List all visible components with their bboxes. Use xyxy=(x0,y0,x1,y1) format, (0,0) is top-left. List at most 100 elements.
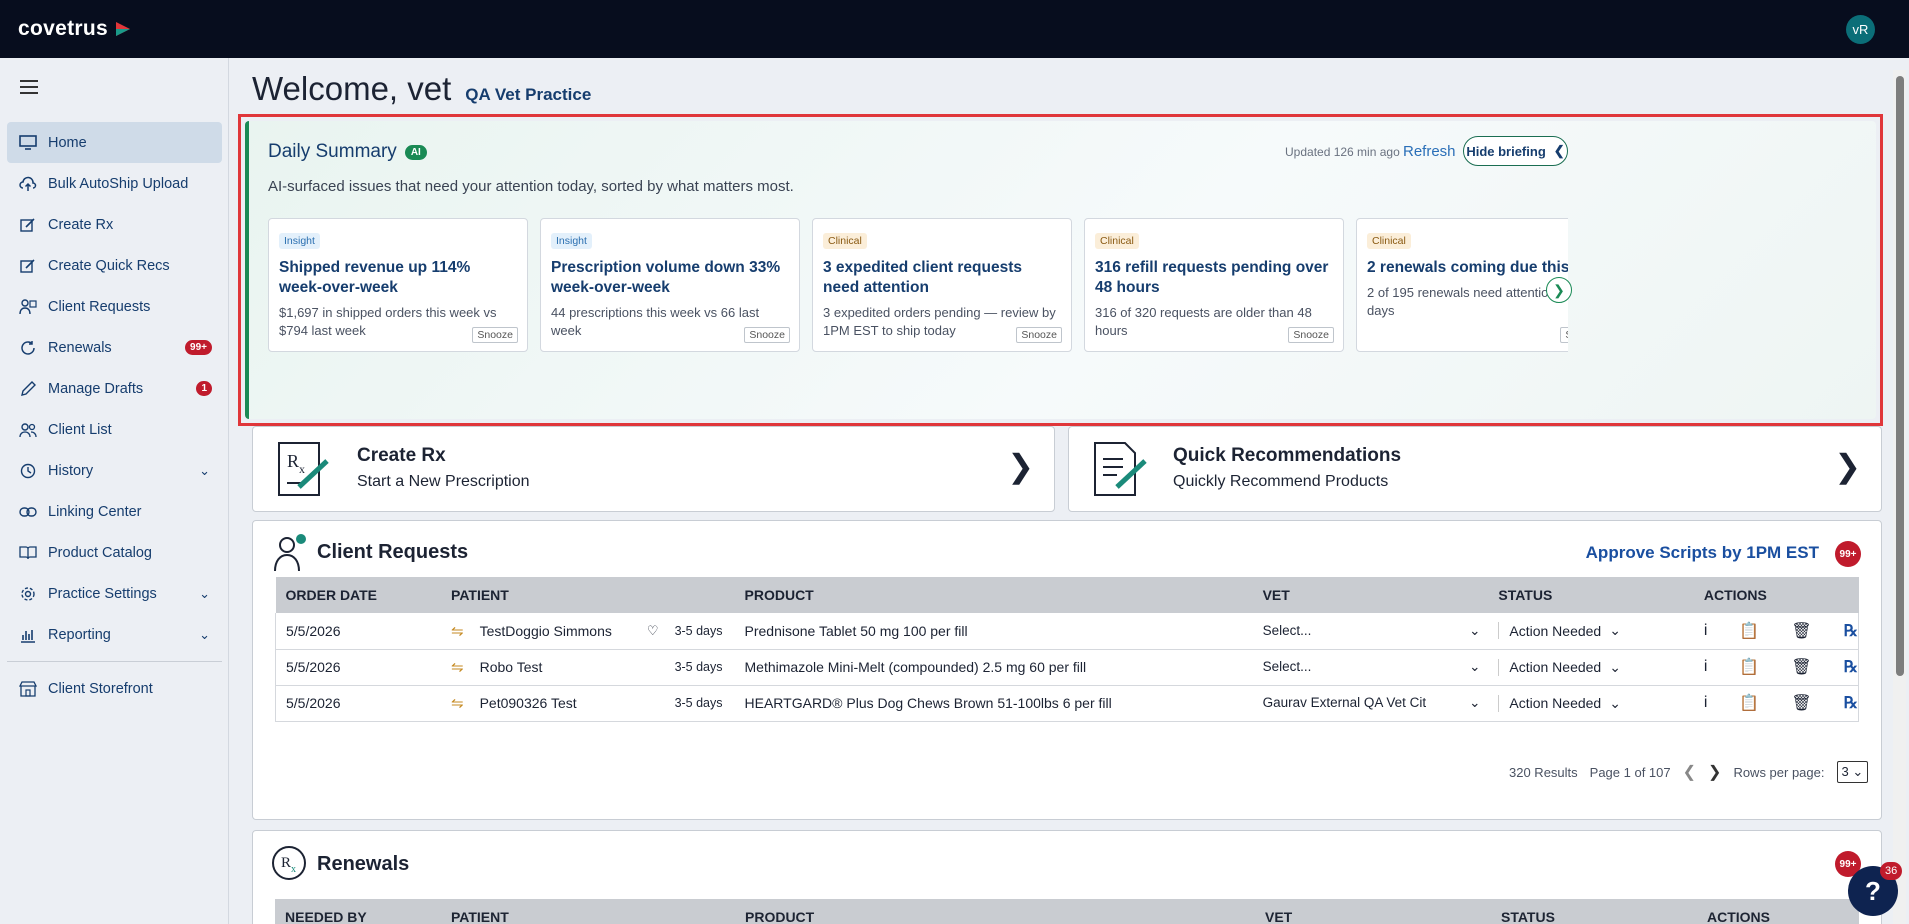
column-header[interactable]: VET xyxy=(1253,577,1489,613)
vet-select[interactable]: Select... ⌄ xyxy=(1252,649,1489,686)
clipboard-icon[interactable]: 📋 xyxy=(1739,657,1759,677)
next-page-button[interactable]: ❯ xyxy=(1708,762,1721,782)
patient-cell: ⇋ Robo Test 3-5 days xyxy=(441,649,735,686)
clipboard-icon[interactable]: 📋 xyxy=(1739,693,1759,713)
create-rx-title: Create Rx xyxy=(357,445,446,466)
column-header[interactable]: NEEDED BY xyxy=(275,909,441,924)
status-select[interactable]: Action Needed ⌄ xyxy=(1488,649,1694,686)
vet-select[interactable]: Select... ⌄ xyxy=(1252,613,1489,650)
unlinked-icon[interactable]: ⇋ xyxy=(451,658,464,676)
summary-card[interactable]: Clinical 3 expedited client requests nee… xyxy=(812,218,1072,352)
sidebar-item-reporting[interactable]: Reporting ⌄ xyxy=(7,614,222,655)
sidebar-item-home[interactable]: Home xyxy=(7,122,222,163)
sidebar-item-label: Client Storefront xyxy=(48,680,153,697)
patient-name[interactable]: Pet090326 Test xyxy=(480,695,659,711)
patient-name[interactable]: TestDoggio Simmons xyxy=(480,623,631,639)
summary-subtitle: AI-surfaced issues that need your attent… xyxy=(268,178,794,195)
column-header[interactable]: PRODUCT xyxy=(735,577,1253,613)
sidebar-item-client-storefront[interactable]: Client Storefront xyxy=(7,668,222,709)
gear-icon xyxy=(18,584,38,604)
sidebar-item-practice-settings[interactable]: Practice Settings ⌄ xyxy=(7,573,222,614)
column-header[interactable]: PATIENT xyxy=(441,577,735,613)
user-avatar[interactable]: vR xyxy=(1846,15,1875,44)
unlinked-icon[interactable]: ⇋ xyxy=(451,622,464,640)
trash-icon[interactable]: 🗑 xyxy=(1791,693,1811,713)
clinical-tag: Clinical xyxy=(1095,233,1139,249)
sidebar-item-product-catalog[interactable]: Product Catalog xyxy=(7,532,222,573)
sidebar-item-bulk-autoship[interactable]: Bulk AutoShip Upload xyxy=(7,163,222,204)
results-count: 320 Results xyxy=(1509,764,1578,780)
actions-cell: i 📋 🗑 ℞ xyxy=(1693,649,1859,686)
chevron-down-icon: ⌄ xyxy=(1609,694,1621,711)
rx-icon[interactable]: ℞ xyxy=(1844,657,1858,677)
sidebar-item-linking-center[interactable]: Linking Center xyxy=(7,491,222,532)
hamburger-menu-icon[interactable] xyxy=(20,80,38,94)
sidebar-item-client-list[interactable]: Client List xyxy=(7,409,222,450)
column-header[interactable]: STATUS xyxy=(1491,909,1697,924)
sidebar-item-renewals[interactable]: Renewals 99+ xyxy=(7,327,222,368)
column-header: ACTIONS xyxy=(1703,587,1767,603)
column-header[interactable]: PATIENT xyxy=(441,909,735,924)
refresh-link[interactable]: Refresh xyxy=(1403,143,1456,160)
snooze-button[interactable]: Snooze xyxy=(744,327,790,343)
vet-select[interactable]: Gaurav External QA Vet Cit ⌄ xyxy=(1252,685,1489,722)
hide-briefing-label: Hide briefing xyxy=(1466,143,1546,159)
link-icon xyxy=(18,502,38,522)
snooze-button[interactable]: Snooze xyxy=(1016,327,1062,343)
scrollbar-thumb[interactable] xyxy=(1896,76,1904,676)
sidebar-item-client-requests[interactable]: Client Requests xyxy=(7,286,222,327)
trash-icon[interactable]: 🗑 xyxy=(1791,657,1811,677)
clipboard-icon[interactable]: 📋 xyxy=(1739,621,1759,641)
quick-recommendations-card[interactable]: Quick Recommendations Quickly Recommend … xyxy=(1068,426,1882,512)
users-icon xyxy=(18,420,38,440)
create-rx-subtitle: Start a New Prescription xyxy=(357,473,530,490)
summary-card[interactable]: Insight Shipped revenue up 114% week-ove… xyxy=(268,218,528,352)
patient-name[interactable]: Robo Test xyxy=(480,659,659,675)
snooze-button[interactable]: Snooze xyxy=(1560,327,1568,343)
status-select[interactable]: Action Needed ⌄ xyxy=(1488,613,1694,650)
svg-text:x: x xyxy=(291,864,296,875)
drafts-count-badge: 1 xyxy=(196,381,212,396)
column-header[interactable]: VET xyxy=(1255,909,1491,924)
approve-scripts-link[interactable]: Approve Scripts by 1PM EST xyxy=(1586,543,1819,563)
sidebar-item-manage-drafts[interactable]: Manage Drafts 1 xyxy=(7,368,222,409)
summary-card[interactable]: Clinical 316 refill requests pending ove… xyxy=(1084,218,1344,352)
brand-logo[interactable]: covetrus xyxy=(18,17,132,41)
rx-icon[interactable]: ℞ xyxy=(1844,621,1858,641)
table-row[interactable]: 5/5/2026 ⇋ Pet090326 Test 3-5 days HEARTGA… xyxy=(275,685,1859,722)
column-header[interactable]: ORDER DATE xyxy=(276,577,442,613)
rows-per-page-select[interactable]: 3 ⌄ xyxy=(1836,761,1869,783)
summary-card[interactable]: Clinical 2 renewals coming due this week… xyxy=(1356,218,1568,352)
status-select[interactable]: Action Needed ⌄ xyxy=(1488,685,1694,722)
column-header[interactable]: STATUS xyxy=(1488,577,1693,613)
create-rx-card[interactable]: Rx Create Rx Start a New Prescription ❯ xyxy=(252,426,1055,512)
column-header[interactable]: PRODUCT xyxy=(735,909,1255,924)
shipping-time: 3-5 days xyxy=(674,696,723,710)
sidebar-item-create-quick-recs[interactable]: Create Quick Recs xyxy=(7,245,222,286)
rx-icon[interactable]: ℞ xyxy=(1844,693,1858,713)
info-icon[interactable]: i xyxy=(1704,694,1708,712)
summary-card[interactable]: Insight Prescription volume down 33% wee… xyxy=(540,218,800,352)
table-row[interactable]: 5/5/2026 ⇋ Robo Test 3-5 days Methimazole … xyxy=(275,649,1859,686)
client-requests-panel: Client Requests Approve Scripts by 1PM E… xyxy=(252,520,1882,820)
quick-recs-title: Quick Recommendations xyxy=(1173,445,1402,466)
sidebar-nav: Home Bulk AutoShip Upload Create Rx Crea… xyxy=(7,122,222,709)
renewals-header-row: NEEDED BY PATIENT PRODUCT VET STATUS ACT… xyxy=(275,899,1859,924)
hide-briefing-button[interactable]: Hide briefing ❮ xyxy=(1463,136,1568,166)
info-icon[interactable]: i xyxy=(1704,622,1708,640)
trash-icon[interactable]: 🗑 xyxy=(1791,621,1811,641)
info-icon[interactable]: i xyxy=(1704,658,1708,676)
table-row[interactable]: 5/5/2026 ⇋ TestDoggio Simmons ♡ 3-5 days Pr… xyxy=(275,613,1859,650)
next-cards-button[interactable]: ❯ xyxy=(1546,277,1572,303)
sidebar-item-history[interactable]: History ⌄ xyxy=(7,450,222,491)
card-description: 2 of 195 renewals need attention within … xyxy=(1367,285,1568,318)
sidebar-item-create-rx[interactable]: Create Rx xyxy=(7,204,222,245)
snooze-button[interactable]: Snooze xyxy=(472,327,518,343)
prev-page-button[interactable]: ❮ xyxy=(1683,762,1696,782)
page-scrollbar[interactable] xyxy=(1893,70,1906,924)
snooze-button[interactable]: Snooze xyxy=(1288,327,1334,343)
chevron-right-icon: ❯ xyxy=(1007,448,1034,484)
rows-per-page-value: 3 xyxy=(1841,764,1849,779)
insight-tag: Insight xyxy=(279,233,320,249)
unlinked-icon[interactable]: ⇋ xyxy=(451,694,464,712)
